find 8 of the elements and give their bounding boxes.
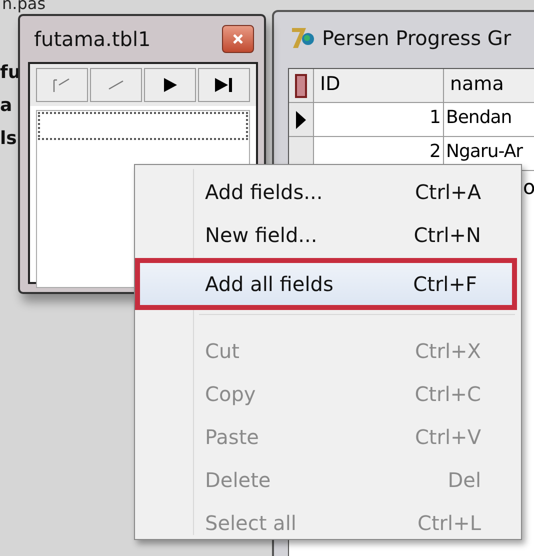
code-text: a [0, 95, 14, 116]
code-text: ls [0, 128, 18, 149]
table-cell-text: Ngaru-Ar [445, 140, 524, 164]
window-title: Persen Progress Gr [322, 26, 512, 50]
table-cell: o [523, 175, 534, 199]
table-cell: 1 [314, 103, 444, 136]
window-title: futama.tbl1 [34, 27, 151, 51]
table-cell-text: Bendan [445, 106, 513, 130]
